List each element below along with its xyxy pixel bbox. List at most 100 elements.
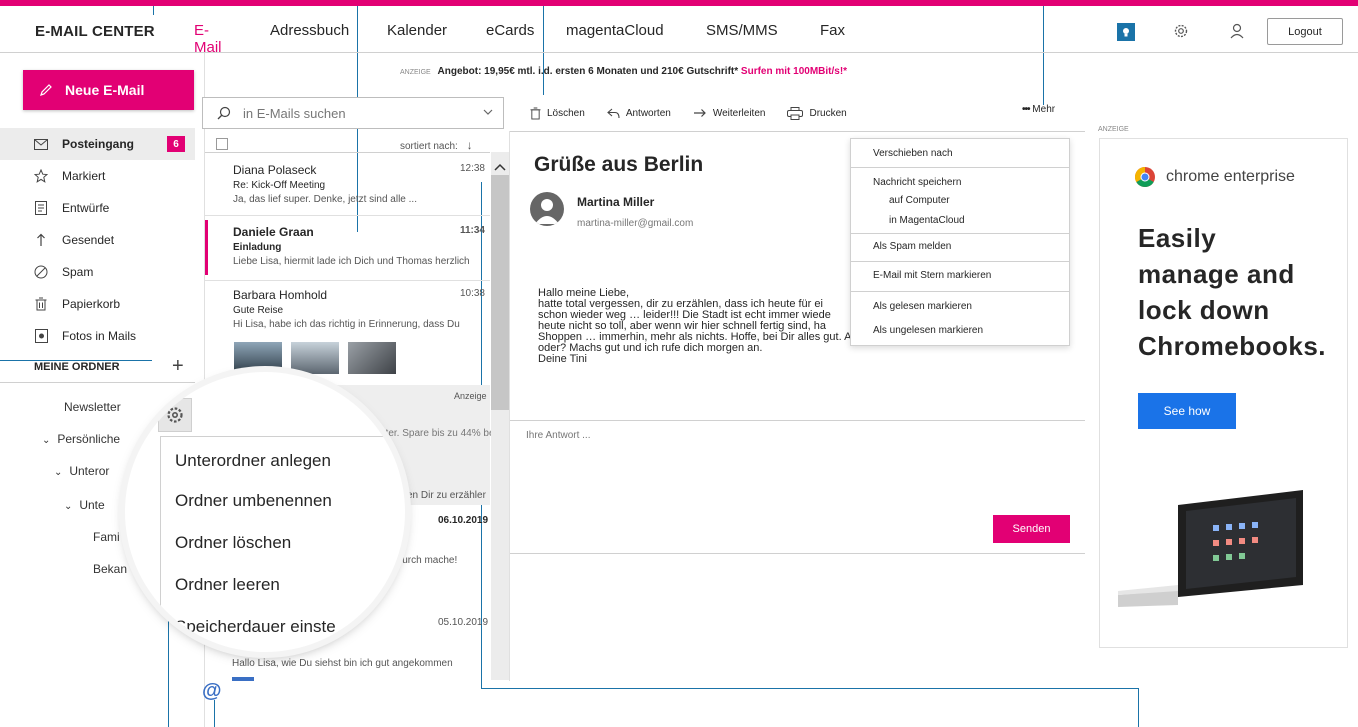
photo-thumbnail[interactable] [291, 342, 339, 374]
mail-preview: ssen Dir zu erzähler [397, 490, 486, 501]
folder-family[interactable]: Fami [93, 530, 120, 544]
menu-item-rename-folder[interactable]: Ordner umbenennen [175, 491, 332, 511]
ad-banner-tag: ANZEIGE [400, 69, 431, 76]
search-input[interactable]: in E-Mails suchen [202, 97, 504, 129]
folder-sub-2[interactable]: ⌄ Unte [64, 498, 105, 512]
nav-magentacloud[interactable]: magentaCloud [566, 22, 664, 39]
compose-button[interactable]: Neue E-Mail [23, 70, 194, 110]
menu-item-delete-folder[interactable]: Ordner löschen [175, 533, 291, 553]
mail-time: 06.10.2019 [438, 515, 489, 526]
menu-item-create-subfolder[interactable]: Unterordner anlegen [175, 451, 331, 471]
chevron-down-icon[interactable] [483, 108, 493, 116]
delete-button[interactable]: Löschen [530, 107, 585, 120]
menu-item-mark-unread[interactable]: Als ungelesen markieren [873, 325, 983, 336]
at-sign-icon: @ [202, 680, 222, 702]
my-folders-heading: MEINE ORDNER [34, 361, 120, 373]
folder-newsletter[interactable]: Newsletter [64, 400, 121, 414]
list-scrollbar-thumb[interactable] [491, 175, 509, 410]
pencil-icon [40, 84, 52, 96]
menu-divider [851, 233, 1069, 234]
nav-email[interactable]: E-Mail [194, 22, 222, 56]
nav-addressbook[interactable]: Adressbuch [270, 22, 349, 39]
print-button[interactable]: Drucken [787, 106, 847, 120]
reply-input[interactable]: Ihre Antwort ... [526, 430, 590, 441]
nav-ecards[interactable]: eCards [486, 22, 534, 39]
gear-icon[interactable] [158, 398, 192, 432]
chromebook-image [1118, 485, 1308, 610]
reply-button[interactable]: Antworten [606, 108, 671, 119]
callout-line [214, 700, 215, 727]
photo-thumbnail[interactable] [348, 342, 396, 374]
menu-item-mark-read[interactable]: Als gelesen markieren [873, 301, 972, 312]
trash-icon [530, 107, 541, 119]
mail-item[interactable]: Diana Polaseck Re: Kick-Off Meeting Ja, … [205, 163, 488, 213]
mail-preview: Liebe Lisa, hiermit lade ich Dich und Th… [233, 256, 470, 267]
sidebar-item-photos[interactable]: Fotos in Mails [0, 320, 195, 352]
forward-button[interactable]: Weiterleiten [693, 108, 765, 119]
draft-icon [34, 201, 48, 215]
mail-preview: Hallo Lisa, wie Du siehst bin ich gut an… [232, 658, 453, 669]
menu-item-save-computer[interactable]: auf Computer [889, 195, 950, 206]
mail-preview: Hi Lisa, habe ich das richtig in Erinner… [233, 319, 460, 330]
select-all-checkbox[interactable] [216, 138, 228, 150]
side-ad-cta[interactable]: See how [1138, 393, 1236, 429]
add-folder-button[interactable]: + [172, 355, 184, 378]
menu-item-save[interactable]: Nachricht speichern [873, 177, 961, 188]
chevron-up-icon[interactable] [493, 160, 507, 174]
sort-control[interactable]: sortiert nach: ↓ [400, 138, 473, 152]
menu-item-save-cloud[interactable]: in MagentaCloud [889, 215, 965, 226]
sidebar-item-label: Papierkorb [62, 297, 121, 311]
sender-name[interactable]: Martina Miller [577, 195, 654, 209]
chevron-down-icon: ⌄ [42, 435, 51, 446]
menu-item-empty-folder[interactable]: Ordner leeren [175, 575, 280, 595]
mail-time: 11:34 [459, 225, 485, 236]
sidebar-item-label: Entwürfe [62, 201, 110, 215]
sender-email[interactable]: martina-miller@gmail.com [577, 218, 693, 229]
sidebar-item-inbox[interactable]: Posteingang 6 [0, 128, 195, 160]
sidebar-item-starred[interactable]: Markiert [0, 160, 195, 192]
menu-item-move[interactable]: Verschieben nach [873, 148, 953, 159]
list-divider [205, 280, 490, 281]
nav-sms-mms[interactable]: SMS/MMS [706, 22, 778, 39]
sidebar-item-trash[interactable]: Papierkorb [0, 288, 195, 320]
list-ad-label: Anzeige [454, 391, 487, 401]
sidebar-item-label: Markiert [62, 169, 106, 183]
sidebar-item-spam[interactable]: Spam [0, 256, 195, 288]
logout-button[interactable]: Logout [1267, 18, 1343, 45]
user-icon[interactable] [1226, 20, 1248, 42]
mail-title: Grüße aus Berlin [534, 153, 704, 176]
side-ad-tag: ANZEIGE [1098, 126, 1129, 133]
mail-item-selected[interactable]: Daniele Graan Einladung Liebe Lisa, hier… [205, 220, 488, 275]
side-ad-headline: Easily manage and lock down Chromebooks. [1138, 223, 1327, 361]
sidebar-item-sent[interactable]: Gesendet [0, 224, 195, 256]
menu-divider [851, 291, 1069, 292]
menu-item-star[interactable]: E-Mail mit Stern markieren [873, 270, 991, 281]
folder-personal[interactable]: ⌄ Persönliche [42, 432, 120, 446]
list-divider [205, 215, 490, 216]
more-dots-icon: ••• [1022, 104, 1030, 115]
mail-subject: Einladung [233, 242, 282, 253]
folder-menu-magnifier: Unterordner anlegen Ordner umbenennen Or… [125, 372, 405, 652]
ad-banner[interactable]: ANZEIGE Angebot: 19,95€ mtl. i.d. ersten… [400, 66, 847, 77]
sidebar-item-drafts[interactable]: Entwürfe [0, 192, 195, 224]
folder-sub-1[interactable]: ⌄ Unteror [54, 464, 109, 478]
lightbulb-icon[interactable] [1117, 23, 1135, 41]
callout-line [1138, 688, 1139, 727]
more-button[interactable]: ••• Mehr [1022, 104, 1055, 115]
search-placeholder: in E-Mails suchen [243, 105, 346, 121]
menu-item-retention[interactable]: Speicherdauer einste [175, 617, 336, 637]
trash-icon [34, 297, 48, 311]
mail-from: Diana Polaseck [233, 163, 317, 177]
arrow-right-icon [693, 109, 706, 117]
nav-calendar[interactable]: Kalender [387, 22, 447, 39]
more-menu: Verschieben nach Nachricht speichern auf… [850, 138, 1070, 346]
mail-from: Daniele Graan [233, 225, 314, 239]
photo-thumbnail[interactable] [234, 342, 282, 374]
list-divider [205, 152, 490, 153]
menu-item-spam[interactable]: Als Spam melden [873, 241, 951, 252]
toolbar-divider [510, 131, 1085, 132]
nav-fax[interactable]: Fax [820, 22, 845, 39]
folder-acquaintances[interactable]: Bekan [93, 562, 127, 576]
gear-icon[interactable] [1170, 20, 1192, 42]
send-button[interactable]: Senden [993, 515, 1070, 543]
